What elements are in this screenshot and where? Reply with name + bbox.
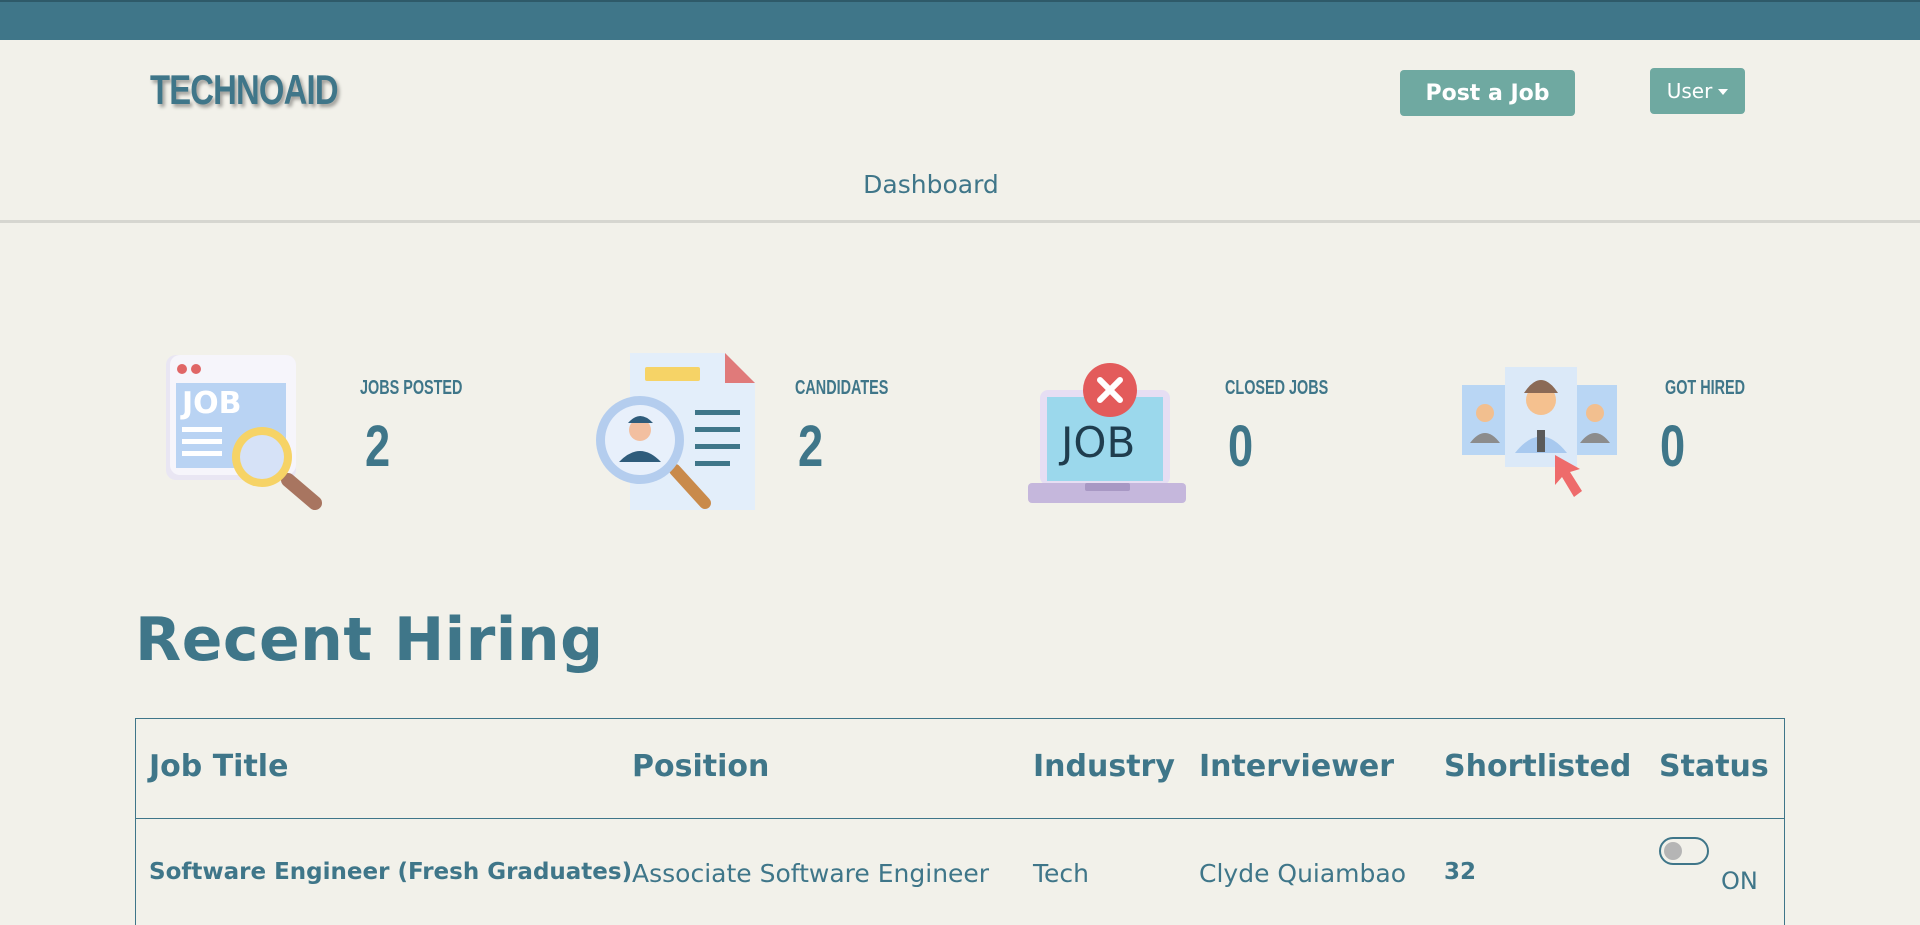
stat-closed-jobs: JOB CLOSED JOBS 0 — [1025, 345, 1385, 520]
column-header[interactable]: Interviewer — [1199, 749, 1394, 784]
user-menu-button[interactable]: User — [1650, 68, 1745, 114]
cell-job-title[interactable]: Software Engineer (Fresh Graduates) — [149, 859, 632, 885]
cell-shortlisted: 32 — [1444, 859, 1477, 885]
recent-hiring-title: Recent Hiring — [135, 605, 604, 675]
nav-dashboard[interactable]: Dashboard — [0, 170, 1862, 199]
column-header[interactable]: Job Title — [149, 749, 288, 784]
stat-label: CLOSED JOBS — [1225, 377, 1329, 399]
brand-logo[interactable]: TECHNOAID — [150, 66, 339, 114]
table-header: Job Title Position Industry Interviewer … — [136, 719, 1784, 819]
stat-candidates: CANDIDATES 2 — [595, 345, 955, 520]
toggle-knob — [1664, 842, 1682, 860]
recent-hiring-table: Job Title Position Industry Interviewer … — [135, 718, 1785, 925]
svg-text:JOB: JOB — [180, 386, 242, 421]
column-header[interactable]: Industry — [1033, 749, 1175, 784]
status-text: ON — [1721, 867, 1758, 895]
stat-value: 2 — [798, 414, 824, 479]
svg-text:JOB: JOB — [1058, 418, 1135, 467]
column-header[interactable]: Position — [632, 749, 769, 784]
stat-value: 0 — [1660, 414, 1686, 479]
cell-position: Associate Software Engineer — [632, 859, 990, 888]
candidate-search-icon — [596, 353, 755, 510]
stat-value: 0 — [1228, 414, 1254, 479]
cell-interviewer: Clyde Quiambao — [1199, 859, 1407, 888]
stat-label: JOBS POSTED — [360, 377, 463, 399]
post-job-button[interactable]: Post a Job — [1400, 70, 1575, 116]
column-header[interactable]: Status — [1659, 749, 1769, 784]
column-header[interactable]: Shortlisted — [1444, 749, 1631, 784]
job-search-icon: JOB — [166, 355, 322, 510]
user-menu-label: User — [1666, 79, 1713, 103]
header: TECHNOAID Post a Job User Dashboard — [0, 40, 1920, 223]
stat-jobs-posted: JOB JOBS POSTED 2 — [160, 345, 520, 520]
cell-industry: Tech — [1033, 859, 1089, 888]
hired-select-icon — [1462, 367, 1617, 497]
status-toggle[interactable] — [1659, 837, 1709, 865]
stat-label: GOT HIRED — [1665, 377, 1746, 399]
top-bar — [0, 0, 1920, 40]
stat-got-hired: GOT HIRED 0 — [1460, 345, 1780, 520]
stat-label: CANDIDATES — [795, 377, 889, 399]
chevron-down-icon — [1718, 89, 1729, 95]
closed-job-icon: JOB — [1028, 363, 1186, 503]
stat-value: 2 — [365, 414, 391, 479]
